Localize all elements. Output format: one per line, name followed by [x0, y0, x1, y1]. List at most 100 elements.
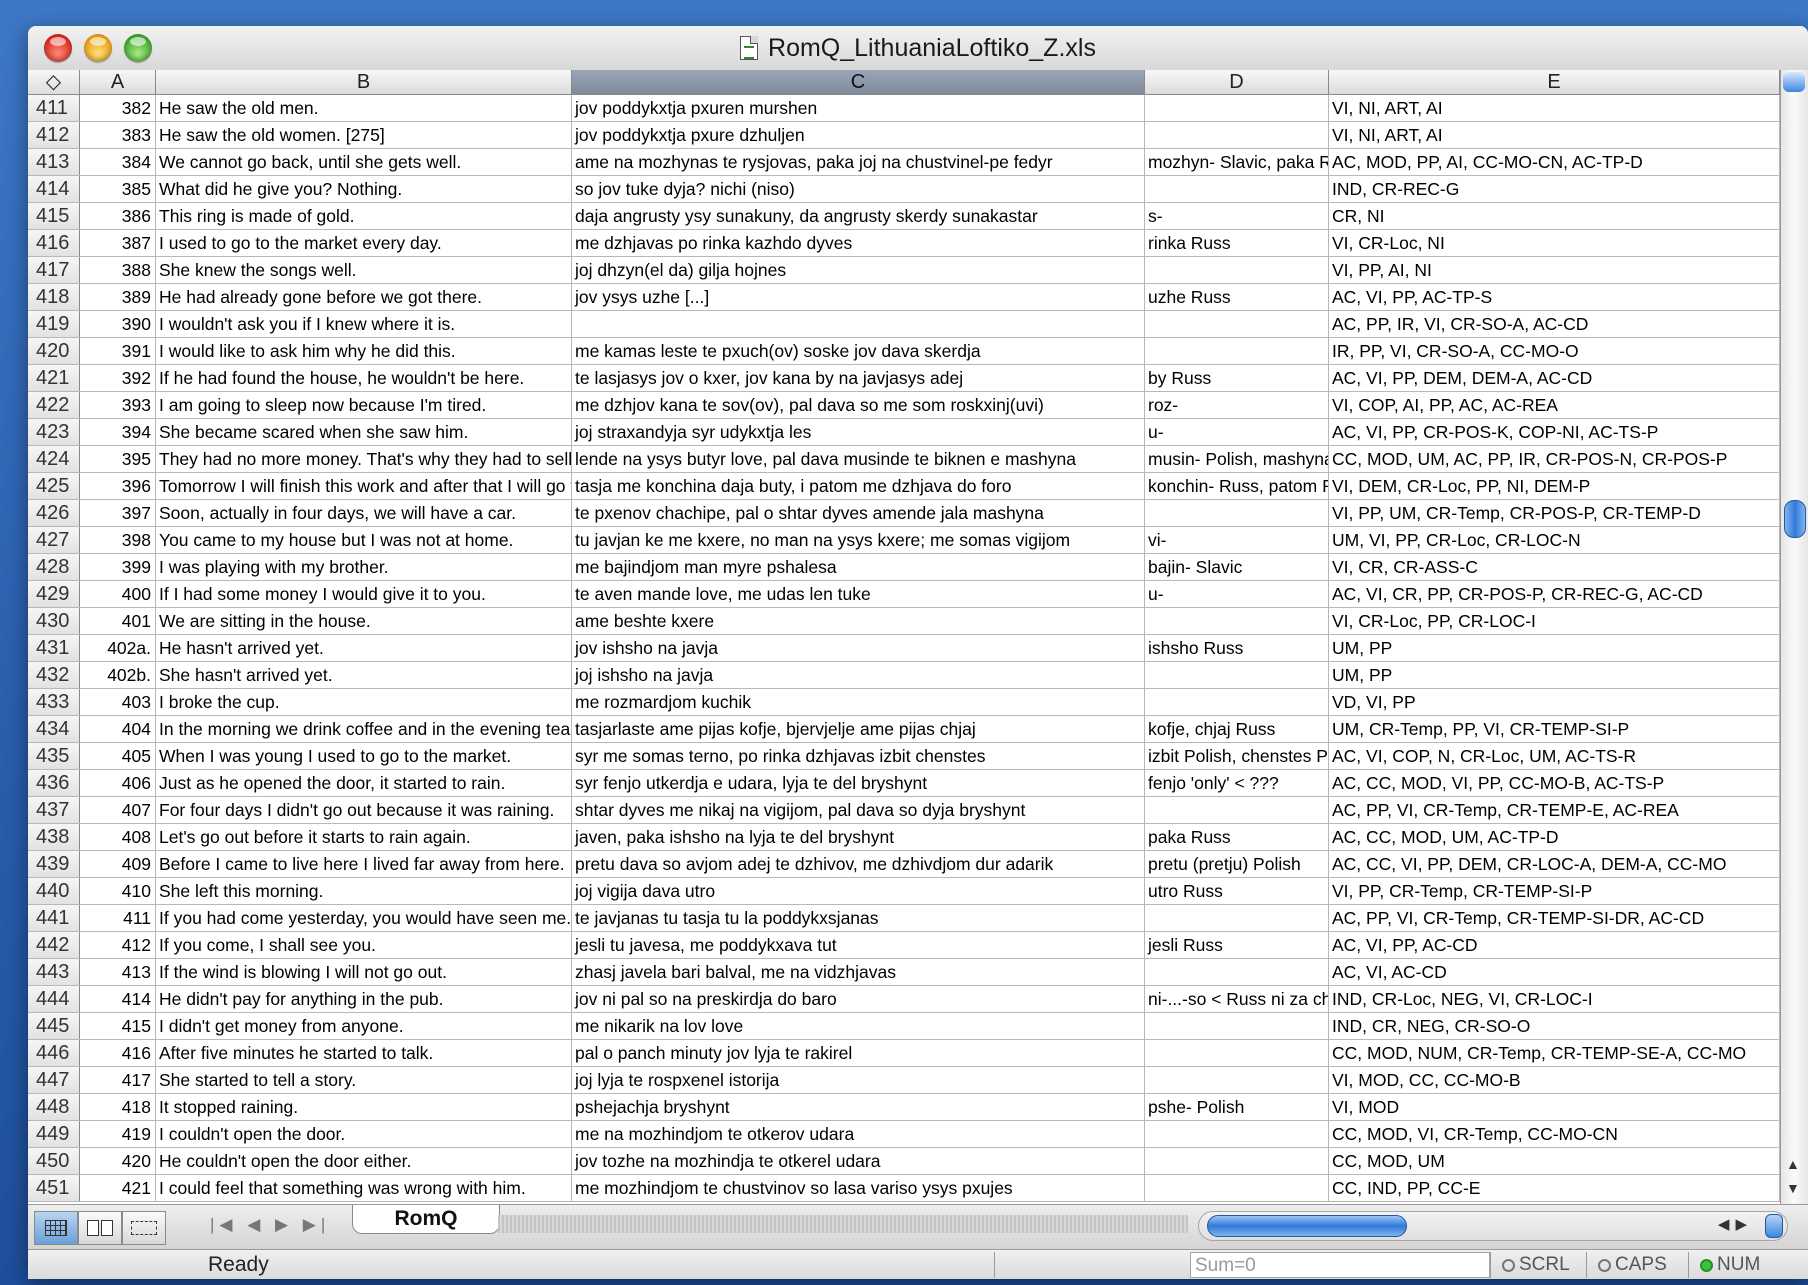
cell-b[interactable]: He hasn't arrived yet. — [156, 635, 572, 661]
row-number[interactable]: 424 — [28, 446, 80, 472]
cell-c[interactable]: jov poddykxtja pxuren murshen — [572, 95, 1145, 121]
cell-e[interactable]: VI, CR-Loc, NI — [1329, 230, 1780, 256]
cell-e[interactable]: CR, NI — [1329, 203, 1780, 229]
cell-c[interactable]: daja angrusty ysy sunakuny, da angrusty … — [572, 203, 1145, 229]
cell-b[interactable]: Just as he opened the door, it started t… — [156, 770, 572, 796]
cell-e[interactable]: AC, CC, MOD, UM, AC-TP-D — [1329, 824, 1780, 850]
cell-a[interactable]: 402a. — [80, 635, 156, 661]
cell-b[interactable]: If the wind is blowing I will not go out… — [156, 959, 572, 985]
cell-b[interactable]: It stopped raining. — [156, 1094, 572, 1120]
cell-c[interactable]: te lasjasys jov o kxer, jov kana by na j… — [572, 365, 1145, 391]
cell-e[interactable]: IR, PP, VI, CR-SO-A, CC-MO-O — [1329, 338, 1780, 364]
cell-b[interactable]: He had already gone before we got there. — [156, 284, 572, 310]
scroll-down-arrow-icon[interactable]: ▼ — [1786, 1180, 1800, 1196]
cell-e[interactable]: IND, CR-REC-G — [1329, 176, 1780, 202]
cell-e[interactable]: AC, CC, VI, PP, DEM, CR-LOC-A, DEM-A, CC… — [1329, 851, 1780, 877]
row-number[interactable]: 439 — [28, 851, 80, 877]
cell-d[interactable] — [1145, 500, 1329, 526]
cell-b[interactable]: She became scared when she saw him. — [156, 419, 572, 445]
cell-b[interactable]: I didn't get money from anyone. — [156, 1013, 572, 1039]
cell-c[interactable]: joj vigija dava utro — [572, 878, 1145, 904]
cell-d[interactable]: ishsho Russ — [1145, 635, 1329, 661]
cell-e[interactable]: AC, PP, IR, VI, CR-SO-A, AC-CD — [1329, 311, 1780, 337]
split-box[interactable] — [1783, 72, 1805, 92]
cell-e[interactable]: AC, VI, PP, CR-POS-K, COP-NI, AC-TS-P — [1329, 419, 1780, 445]
cell-c[interactable]: pal o panch minuty jov lyja te rakirel — [572, 1040, 1145, 1066]
cell-a[interactable]: 415 — [80, 1013, 156, 1039]
cell-b[interactable]: If you had come yesterday, you would hav… — [156, 905, 572, 931]
row-number[interactable]: 449 — [28, 1121, 80, 1147]
cell-e[interactable]: VI, PP, AI, NI — [1329, 257, 1780, 283]
cell-a[interactable]: 404 — [80, 716, 156, 742]
cell-d[interactable] — [1145, 1067, 1329, 1093]
cell-b[interactable]: I was playing with my brother. — [156, 554, 572, 580]
cell-c[interactable]: syr me somas terno, po rinka dzhjavas iz… — [572, 743, 1145, 769]
cell-d[interactable]: vi- — [1145, 527, 1329, 553]
cell-e[interactable]: AC, MOD, PP, AI, CC-MO-CN, AC-TP-D — [1329, 149, 1780, 175]
cell-a[interactable]: 389 — [80, 284, 156, 310]
row-number[interactable]: 440 — [28, 878, 80, 904]
vertical-scroll-thumb[interactable] — [1784, 500, 1806, 538]
cell-a[interactable]: 407 — [80, 797, 156, 823]
cell-c[interactable]: me dzhjov kana te sov(ov), pal dava so m… — [572, 392, 1145, 418]
row-number[interactable]: 420 — [28, 338, 80, 364]
cell-c[interactable]: me bajindjom man myre pshalesa — [572, 554, 1145, 580]
page-layout-view-button[interactable] — [78, 1211, 122, 1245]
sheet-nav-arrows-icon[interactable]: |◀ ◀ ▶ ▶| — [210, 1215, 330, 1235]
cell-c[interactable]: me mozhindjom te chustvinov so lasa vari… — [572, 1175, 1145, 1201]
cell-d[interactable] — [1145, 1121, 1329, 1147]
cell-d[interactable] — [1145, 176, 1329, 202]
cell-e[interactable]: UM, VI, PP, CR-Loc, CR-LOC-N — [1329, 527, 1780, 553]
row-number[interactable]: 435 — [28, 743, 80, 769]
cell-d[interactable]: musin- Polish, mashyna Russ — [1145, 446, 1329, 472]
cell-d[interactable]: ni-...-so < Russ ni za chto — [1145, 986, 1329, 1012]
cell-a[interactable]: 383 — [80, 122, 156, 148]
row-number[interactable]: 448 — [28, 1094, 80, 1120]
cell-a[interactable]: 387 — [80, 230, 156, 256]
cell-b[interactable]: I used to go to the market every day. — [156, 230, 572, 256]
cell-c[interactable]: joj ishsho na javja — [572, 662, 1145, 688]
cell-d[interactable] — [1145, 311, 1329, 337]
cell-a[interactable]: 402b. — [80, 662, 156, 688]
cell-e[interactable]: CC, MOD, VI, CR-Temp, CC-MO-CN — [1329, 1121, 1780, 1147]
cell-d[interactable]: roz- — [1145, 392, 1329, 418]
cell-a[interactable]: 421 — [80, 1175, 156, 1201]
row-number[interactable]: 436 — [28, 770, 80, 796]
cell-c[interactable]: javen, paka ishsho na lyja te del bryshy… — [572, 824, 1145, 850]
cell-d[interactable] — [1145, 338, 1329, 364]
row-number[interactable]: 446 — [28, 1040, 80, 1066]
cell-d[interactable]: uzhe Russ — [1145, 284, 1329, 310]
cell-d[interactable]: jesli Russ — [1145, 932, 1329, 958]
cell-b[interactable]: If I had some money I would give it to y… — [156, 581, 572, 607]
cell-c[interactable]: tasja me konchina daja buty, i patom me … — [572, 473, 1145, 499]
cell-c[interactable] — [572, 311, 1145, 337]
cell-e[interactable]: AC, VI, COP, N, CR-Loc, UM, AC-TS-R — [1329, 743, 1780, 769]
cell-e[interactable]: AC, PP, VI, CR-Temp, CR-TEMP-E, AC-REA — [1329, 797, 1780, 823]
horizontal-scrollbar[interactable]: ◀▶ — [1198, 1211, 1788, 1241]
cell-e[interactable]: AC, VI, PP, AC-TP-S — [1329, 284, 1780, 310]
cell-c[interactable]: syr fenjo utkerdja e udara, lyja te del … — [572, 770, 1145, 796]
cell-a[interactable]: 400 — [80, 581, 156, 607]
cell-b[interactable]: He saw the old men. — [156, 95, 572, 121]
cell-c[interactable]: lende na ysys butyr love, pal dava musin… — [572, 446, 1145, 472]
cell-a[interactable]: 410 — [80, 878, 156, 904]
cell-e[interactable]: IND, CR-Loc, NEG, VI, CR-LOC-I — [1329, 986, 1780, 1012]
cell-b[interactable]: We are sitting in the house. — [156, 608, 572, 634]
cell-c[interactable]: jov ishsho na javja — [572, 635, 1145, 661]
cell-b[interactable]: He saw the old women. [275] — [156, 122, 572, 148]
cell-c[interactable]: me nikarik na lov love — [572, 1013, 1145, 1039]
row-number[interactable]: 427 — [28, 527, 80, 553]
cell-d[interactable] — [1145, 608, 1329, 634]
row-number[interactable]: 429 — [28, 581, 80, 607]
row-number[interactable]: 432 — [28, 662, 80, 688]
row-number[interactable]: 447 — [28, 1067, 80, 1093]
cell-a[interactable]: 403 — [80, 689, 156, 715]
cell-e[interactable]: AC, VI, PP, AC-CD — [1329, 932, 1780, 958]
cell-d[interactable]: pshe- Polish — [1145, 1094, 1329, 1120]
cell-b[interactable]: Soon, actually in four days, we will hav… — [156, 500, 572, 526]
cell-d[interactable]: rinka Russ — [1145, 230, 1329, 256]
row-number[interactable]: 423 — [28, 419, 80, 445]
row-number[interactable]: 444 — [28, 986, 80, 1012]
cell-a[interactable]: 416 — [80, 1040, 156, 1066]
cell-e[interactable]: CC, MOD, UM — [1329, 1148, 1780, 1174]
